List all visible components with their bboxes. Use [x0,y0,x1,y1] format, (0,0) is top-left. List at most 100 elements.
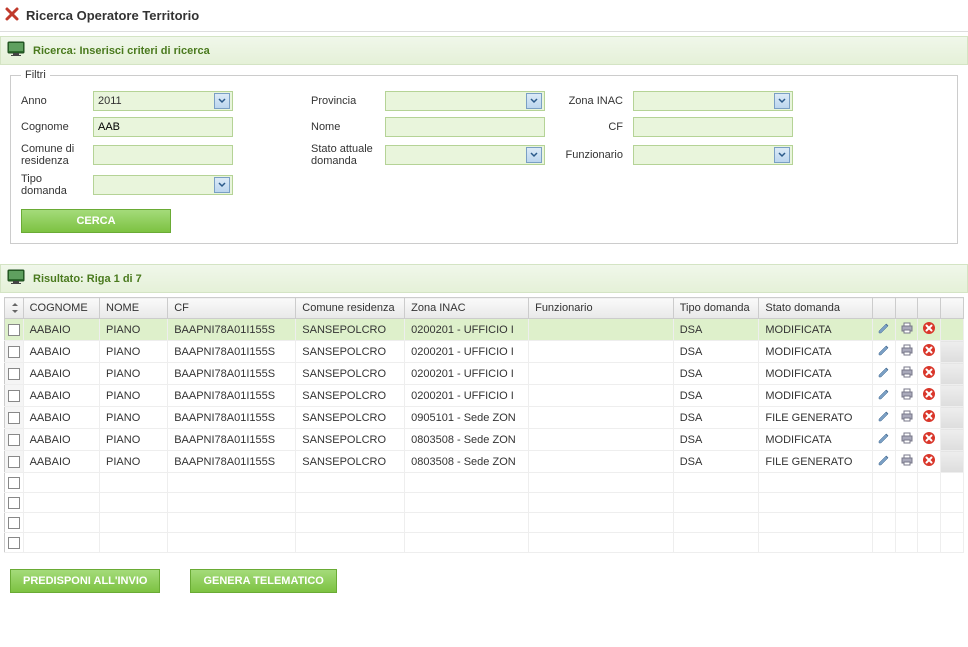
table-row[interactable]: AABAIOPIANOBAAPNI78A01I155SSANSEPOLCRO08… [5,451,964,473]
edit-icon[interactable] [873,429,896,451]
print-icon[interactable] [895,319,918,341]
close-icon[interactable] [4,6,20,25]
stato-attuale-label: Stato attuale domanda [311,143,381,167]
col-tipo[interactable]: Tipo domanda [673,298,759,319]
delete-icon[interactable] [918,429,941,451]
cf-input[interactable] [633,117,793,137]
scrollbar-cell [941,341,964,363]
search-section-bar: Ricerca: Inserisci criteri di ricerca [0,36,968,65]
results-section-title: Risultato: Riga 1 di 7 [33,273,142,285]
cerca-button[interactable]: CERCA [21,209,171,233]
print-icon[interactable] [895,341,918,363]
funzionario-select[interactable] [633,145,793,165]
row-checkbox[interactable] [5,385,24,407]
cell-funzionario [529,385,674,407]
filter-grid: Anno 2011 Provincia Zona INAC Cognome No… [21,85,947,203]
predisponi-button[interactable]: PREDISPONI ALL'INVIO [10,569,160,593]
cell-nome: PIANO [100,341,168,363]
anno-select[interactable]: 2011 [93,91,233,111]
edit-icon[interactable] [873,385,896,407]
col-funzionario[interactable]: Funzionario [529,298,674,319]
anno-label: Anno [21,95,89,107]
row-checkbox[interactable] [5,429,24,451]
print-icon[interactable] [895,451,918,473]
page-title: Ricerca Operatore Territorio [26,8,199,23]
cell-funzionario [529,363,674,385]
sort-icon [11,303,19,313]
tipo-domanda-select[interactable] [93,175,233,195]
edit-icon[interactable] [873,451,896,473]
monitor-icon [7,41,25,60]
row-checkbox[interactable] [5,319,24,341]
cell-comune: SANSEPOLCRO [296,319,405,341]
scrollbar-cell [941,407,964,429]
print-icon[interactable] [895,385,918,407]
row-checkbox[interactable] [5,513,24,533]
page-header: Ricerca Operatore Territorio [0,0,968,32]
cell-cf: BAAPNI78A01I155S [168,407,296,429]
anno-value: 2011 [98,95,122,107]
table-row-empty [5,533,964,553]
select-all-header[interactable] [5,298,24,319]
cell-zona: 0200201 - UFFICIO I [405,363,529,385]
table-row[interactable]: AABAIOPIANOBAAPNI78A01I155SSANSEPOLCRO08… [5,429,964,451]
cell-funzionario [529,429,674,451]
chevron-down-icon [526,93,542,109]
table-row[interactable]: AABAIOPIANOBAAPNI78A01I155SSANSEPOLCRO02… [5,319,964,341]
delete-icon[interactable] [918,363,941,385]
cell-zona: 0905101 - Sede ZON [405,407,529,429]
edit-icon[interactable] [873,319,896,341]
cell-cognome: AABAIO [23,407,99,429]
cell-cf: BAAPNI78A01I155S [168,341,296,363]
cell-cf: BAAPNI78A01I155S [168,429,296,451]
cell-nome: PIANO [100,319,168,341]
cell-stato: MODIFICATA [759,319,873,341]
comune-residenza-input[interactable] [93,145,233,165]
print-icon[interactable] [895,363,918,385]
delete-icon[interactable] [918,341,941,363]
col-stato[interactable]: Stato domanda [759,298,873,319]
row-checkbox[interactable] [5,363,24,385]
col-nome[interactable]: NOME [100,298,168,319]
delete-icon[interactable] [918,407,941,429]
col-print [895,298,918,319]
row-checkbox[interactable] [5,341,24,363]
chevron-down-icon [526,147,542,163]
delete-icon[interactable] [918,451,941,473]
cell-nome: PIANO [100,429,168,451]
edit-icon[interactable] [873,407,896,429]
row-checkbox[interactable] [5,473,24,493]
stato-attuale-select[interactable] [385,145,545,165]
genera-telematico-button[interactable]: GENERA TELEMATICO [190,569,336,593]
zona-inac-select[interactable] [633,91,793,111]
row-checkbox[interactable] [5,451,24,473]
print-icon[interactable] [895,407,918,429]
table-row[interactable]: AABAIOPIANOBAAPNI78A01I155SSANSEPOLCRO02… [5,341,964,363]
table-row[interactable]: AABAIOPIANOBAAPNI78A01I155SSANSEPOLCRO09… [5,407,964,429]
cell-stato: MODIFICATA [759,363,873,385]
scrollbar-cell [941,363,964,385]
col-cognome[interactable]: COGNOME [23,298,99,319]
results-table: COGNOME NOME CF Comune residenza Zona IN… [4,297,964,553]
table-row[interactable]: AABAIOPIANOBAAPNI78A01I155SSANSEPOLCRO02… [5,363,964,385]
cell-comune: SANSEPOLCRO [296,385,405,407]
table-row[interactable]: AABAIOPIANOBAAPNI78A01I155SSANSEPOLCRO02… [5,385,964,407]
edit-icon[interactable] [873,341,896,363]
cognome-input[interactable] [93,117,233,137]
delete-icon[interactable] [918,385,941,407]
nome-input[interactable] [385,117,545,137]
delete-icon[interactable] [918,319,941,341]
col-comune[interactable]: Comune residenza [296,298,405,319]
row-checkbox[interactable] [5,493,24,513]
row-checkbox[interactable] [5,533,24,553]
cell-tipo: DSA [673,385,759,407]
provincia-select[interactable] [385,91,545,111]
scrollbar-cell [941,385,964,407]
print-icon[interactable] [895,429,918,451]
scrollbar-header [941,298,964,319]
cell-stato: FILE GENERATO [759,407,873,429]
edit-icon[interactable] [873,363,896,385]
row-checkbox[interactable] [5,407,24,429]
col-cf[interactable]: CF [168,298,296,319]
col-zona[interactable]: Zona INAC [405,298,529,319]
